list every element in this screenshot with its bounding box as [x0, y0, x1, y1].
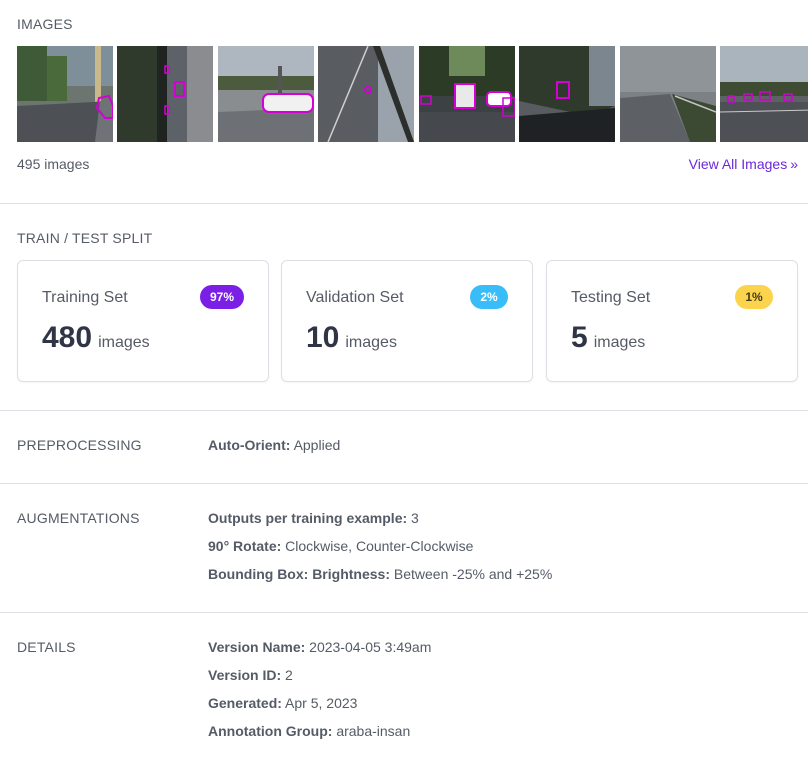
image-thumbnail-strip: [17, 46, 808, 142]
preprocessing-item: Auto-Orient: Applied: [208, 435, 340, 463]
images-section: IMAGES 495 images View All Images »: [0, 0, 808, 203]
image-thumbnail-graphic: [720, 46, 808, 142]
section-divider: [0, 203, 808, 204]
image-thumbnail[interactable]: [519, 46, 615, 142]
item-key: Annotation Group:: [208, 723, 333, 739]
image-thumbnail-graphic: [419, 46, 515, 142]
image-thumbnail[interactable]: [117, 46, 213, 142]
augmentation-item: Bounding Box: Brightness: Between -25% a…: [208, 564, 552, 592]
image-thumbnail-graphic: [519, 46, 615, 142]
image-thumbnail-graphic: [218, 46, 314, 142]
image-thumbnail-graphic: [117, 46, 213, 142]
item-key: 90° Rotate:: [208, 538, 282, 554]
item-value: 3: [411, 510, 419, 526]
testing-set-card: Testing Set 1% 5 images: [546, 260, 798, 382]
view-all-images-link[interactable]: View All Images»: [689, 156, 798, 172]
augmentation-item: 90° Rotate: Clockwise, Counter-Clockwise: [208, 536, 552, 564]
card-title: Validation Set: [306, 289, 404, 306]
double-chevron-right-icon: »: [790, 156, 798, 172]
detail-item: Version ID: 2: [208, 665, 431, 693]
image-thumbnail[interactable]: [620, 46, 716, 142]
preprocessing-label: PREPROCESSING: [17, 437, 142, 453]
item-key: Version Name:: [208, 639, 306, 655]
view-all-images-label: View All Images: [688, 156, 788, 172]
image-thumbnail-graphic: [17, 46, 113, 142]
item-key: Generated:: [208, 695, 282, 711]
detail-item: Version Name: 2023-04-05 3:49am: [208, 637, 431, 665]
item-value: 2: [285, 667, 293, 683]
item-value: 2023-04-05 3:49am: [309, 639, 432, 655]
augmentations-list: Outputs per training example: 3 90° Rota…: [208, 508, 552, 592]
preprocessing-list: Auto-Orient: Applied: [208, 435, 340, 463]
image-count-number: 10: [306, 321, 340, 354]
augmentations-label: AUGMENTATIONS: [17, 510, 140, 526]
item-key: Auto-Orient:: [208, 437, 291, 453]
item-value: Clockwise, Counter-Clockwise: [285, 538, 474, 554]
percent-badge: 2%: [470, 285, 508, 309]
validation-set-card: Validation Set 2% 10 images: [281, 260, 533, 382]
split-section-label: TRAIN / TEST SPLIT: [17, 230, 153, 246]
card-value: 10 images: [306, 321, 397, 355]
image-count-number: 5: [571, 321, 588, 354]
section-divider: [0, 410, 808, 411]
percent-badge: 97%: [199, 285, 244, 309]
image-thumbnail-graphic: [620, 46, 716, 142]
section-divider: [0, 612, 808, 613]
item-key: Bounding Box: Brightness:: [208, 566, 390, 582]
card-title: Testing Set: [571, 289, 651, 306]
card-value: 5 images: [571, 321, 645, 355]
image-count-unit: images: [345, 334, 397, 351]
image-count: 495 images: [17, 156, 90, 172]
details-label: DETAILS: [17, 639, 76, 655]
item-key: Outputs per training example:: [208, 510, 408, 526]
image-thumbnail[interactable]: [218, 46, 314, 142]
images-section-label: IMAGES: [17, 16, 73, 32]
card-title: Training Set: [42, 289, 128, 306]
detail-item: Annotation Group: araba-insan: [208, 721, 431, 749]
image-thumbnail-graphic: [318, 46, 414, 142]
image-thumbnail[interactable]: [318, 46, 414, 142]
item-value: Between -25% and +25%: [393, 566, 553, 582]
image-thumbnail[interactable]: [17, 46, 113, 142]
item-value: araba-insan: [336, 723, 411, 739]
augmentation-item: Outputs per training example: 3: [208, 508, 552, 536]
percent-badge: 1%: [735, 285, 773, 309]
image-count-unit: images: [98, 334, 150, 351]
detail-item: Generated: Apr 5, 2023: [208, 693, 431, 721]
dataset-version-page: IMAGES 495 images View All Images » TRAI…: [0, 0, 808, 765]
item-value: Apr 5, 2023: [285, 695, 358, 711]
image-thumbnail[interactable]: [720, 46, 808, 142]
item-value: Applied: [293, 437, 341, 453]
image-count-number: 480: [42, 321, 93, 354]
details-list: Version Name: 2023-04-05 3:49am Version …: [208, 637, 431, 749]
section-divider: [0, 483, 808, 484]
card-value: 480 images: [42, 321, 150, 355]
training-set-card: Training Set 97% 480 images: [17, 260, 269, 382]
image-thumbnail[interactable]: [419, 46, 515, 142]
image-count-unit: images: [593, 334, 646, 351]
item-key: Version ID:: [208, 667, 282, 683]
